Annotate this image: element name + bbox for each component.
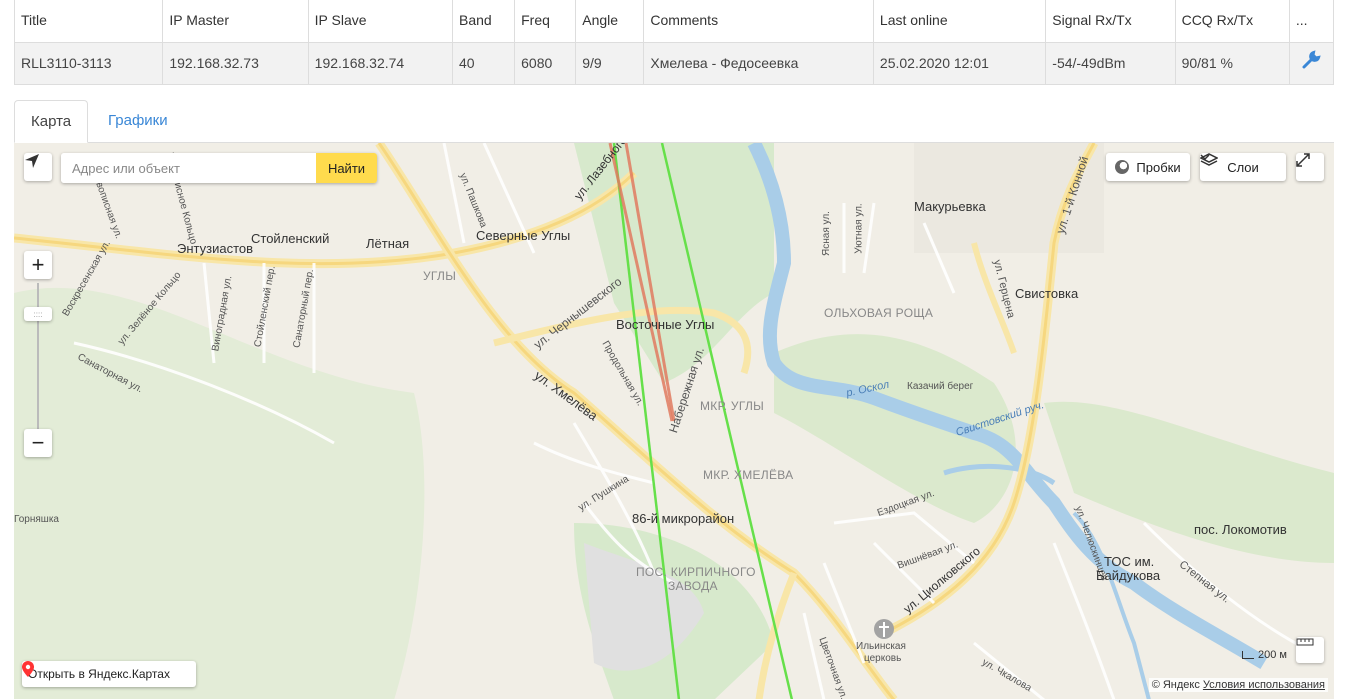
cell-comments: Хмелева - Федосеевка <box>643 41 874 85</box>
cell-angle: 9/9 <box>575 41 645 85</box>
traffic-icon <box>1115 160 1130 174</box>
label-mkr-ugly: МКР. УГЛЫ <box>700 399 765 413</box>
label-kazachiy-bereg: Казачий берег <box>907 381 974 392</box>
label-uyutnaya: Уютная ул. <box>853 203 865 254</box>
table-row: RLL3110-3113 192.168.32.73 192.168.32.74… <box>13 41 1335 85</box>
map-pin-icon <box>22 661 34 677</box>
label-pos-kirpichnogo: ПОС. КИРПИЧНОГО <box>636 565 756 579</box>
cell-title: RLL3110-3113 <box>13 41 164 85</box>
map-search-input[interactable] <box>61 153 316 183</box>
label-letnaya: Лётная <box>366 236 410 251</box>
links-table: Title IP Master IP Slave Band Freq Angle… <box>13 0 1335 85</box>
col-angle: Angle <box>575 0 645 43</box>
navigation-arrow-icon <box>25 154 39 168</box>
col-freq: Freq <box>514 0 577 43</box>
cell-actions <box>1288 41 1335 85</box>
map-copyright: © Яндекс Условия использования <box>1148 678 1328 692</box>
wrench-icon[interactable] <box>1301 50 1322 75</box>
tab-map[interactable]: Карта <box>14 100 89 143</box>
scale-label: 200 м <box>1258 649 1287 661</box>
copyright-brand: © Яндекс <box>1151 679 1200 691</box>
label-vostochnye-ugly: Восточные Углы <box>616 317 715 332</box>
map-view[interactable]: Энтузиастов Стойленский Лётная УГЛЫ Севе… <box>14 142 1334 699</box>
label-tos: ТОС им. <box>1104 554 1155 569</box>
layers-button[interactable]: Слои <box>1200 153 1286 181</box>
open-in-yandex-label: Открыть в Яндекс.Картах <box>28 667 170 681</box>
label-svistovka: Свистовка <box>1015 286 1079 301</box>
zoom-in-button[interactable]: + <box>24 251 52 279</box>
cell-ip-slave: 192.168.32.74 <box>307 41 453 85</box>
ruler-button[interactable] <box>1296 637 1324 663</box>
label-ilinskaya: Ильинская <box>856 641 906 652</box>
cell-band: 40 <box>451 41 516 85</box>
zoom-slider-handle[interactable]: :::: <box>24 307 52 321</box>
label-zavoda: ЗАВОДА <box>668 579 718 593</box>
label-tserkov: церковь <box>864 653 902 664</box>
col-last-online: Last online <box>872 0 1047 43</box>
label-ugly: УГЛЫ <box>423 269 457 283</box>
traffic-button[interactable]: Пробки <box>1106 153 1190 181</box>
chevron-down-icon <box>1200 154 1210 161</box>
label-mkr-khmeleva: МКР. ХМЕЛЁВА <box>703 468 794 482</box>
col-ccq: CCQ Rx/Tx <box>1174 0 1290 43</box>
label-86-mkr: 86-й микрорайон <box>632 511 735 526</box>
scale-bar-icon <box>1242 651 1255 659</box>
plus-icon: + <box>31 252 45 277</box>
col-ip-master: IP Master <box>162 0 309 43</box>
zoom-out-button[interactable]: − <box>24 429 52 457</box>
label-stoylenskiy: Стойленский <box>251 231 330 246</box>
expand-icon <box>1296 153 1310 167</box>
tab-graphs[interactable]: Графики <box>92 100 184 143</box>
locate-button[interactable] <box>24 153 52 181</box>
label-baydukova: Байдукова <box>1096 568 1161 583</box>
col-signal: Signal Rx/Tx <box>1045 0 1176 43</box>
col-actions: ... <box>1288 0 1335 43</box>
zoom-track[interactable] <box>37 283 39 433</box>
grip-icon: :::: <box>33 309 43 319</box>
cell-ip-master: 192.168.32.73 <box>162 41 309 85</box>
minus-icon: − <box>31 430 45 455</box>
col-band: Band <box>451 0 516 43</box>
cell-freq: 6080 <box>514 41 577 85</box>
traffic-label: Пробки <box>1136 159 1181 175</box>
ruler-icon <box>1296 638 1314 646</box>
label-severnye-ugly: Северные Углы <box>476 228 571 243</box>
layers-label: Слои <box>1227 159 1259 175</box>
map-search: Найти <box>61 153 377 183</box>
col-ip-slave: IP Slave <box>307 0 453 43</box>
col-comments: Comments <box>643 0 874 43</box>
terms-link[interactable]: Условия использования <box>1203 679 1325 691</box>
map-scale: 200 м <box>1242 649 1287 661</box>
label-makuryevka: Макурьевка <box>914 199 986 214</box>
table-header-row: Title IP Master IP Slave Band Freq Angle… <box>13 0 1335 43</box>
label-olkhovaya-roshcha: ОЛЬХОВАЯ РОЩА <box>824 306 934 320</box>
cell-ccq: 90/81 % <box>1174 41 1290 85</box>
label-lokomotiv: пос. Локомотив <box>1194 522 1287 537</box>
label-gornyashka: Горняшка <box>14 514 59 525</box>
label-yasnaya: Ясная ул. <box>820 211 832 256</box>
cell-signal: -54/-49dBm <box>1045 41 1176 85</box>
cell-last-online: 25.02.2020 12:01 <box>872 41 1047 85</box>
open-in-yandex-maps[interactable]: Открыть в Яндекс.Картах <box>22 661 196 687</box>
col-title: Title <box>13 0 164 43</box>
tab-bar: Карта Графики <box>14 100 1334 143</box>
fullscreen-button[interactable] <box>1296 153 1324 181</box>
map-search-button[interactable]: Найти <box>316 153 377 183</box>
